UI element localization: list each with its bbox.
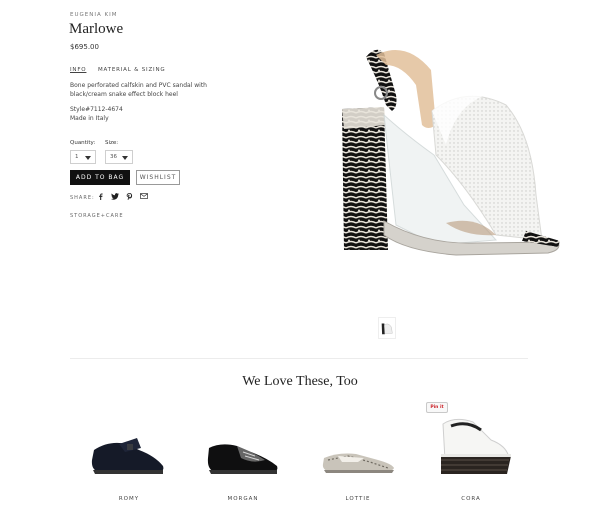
style-number: Style#7112-4674: [70, 106, 123, 113]
product-description: Bone perforated calfskin and PVC sandal …: [70, 82, 235, 123]
email-icon[interactable]: [140, 193, 148, 199]
related-item-lottie[interactable]: LOTTIE: [308, 410, 408, 510]
related-item-romy[interactable]: ROMY: [79, 410, 179, 510]
thumbnail-shoe-image[interactable]: [378, 317, 396, 339]
main-shoe-image: [342, 49, 560, 256]
related-item-name: CORA: [461, 496, 481, 502]
quantity-value: 1: [75, 154, 79, 160]
romy-shoe-image: [91, 438, 164, 474]
brand-name: EUGENIA KIM: [70, 12, 118, 18]
share-label: SHARE:: [70, 195, 95, 201]
related-item-name: LOTTIE: [345, 496, 371, 502]
related-item-name: MORGAN: [227, 496, 259, 502]
product-price: $695.00: [70, 43, 99, 51]
tab-info[interactable]: INFO: [70, 67, 86, 73]
twitter-icon[interactable]: [111, 193, 119, 200]
related-item-morgan[interactable]: MORGAN: [193, 410, 293, 510]
share-icons: [97, 193, 148, 200]
add-to-bag-button[interactable]: ADD TO BAG: [70, 170, 130, 185]
size-value: 36: [110, 154, 117, 160]
related-item-cora[interactable]: CORA: [421, 410, 521, 510]
storage-care-link[interactable]: STORAGE+CARE: [70, 213, 124, 219]
chevron-down-icon: [122, 156, 128, 160]
wishlist-button[interactable]: WISHLIST: [136, 170, 180, 185]
section-divider: [70, 358, 528, 359]
facebook-icon[interactable]: [97, 193, 104, 200]
info-tabs: INFO MATERIAL & SIZING: [70, 67, 174, 73]
cora-shoe-image: [441, 418, 511, 474]
size-select[interactable]: 36: [105, 150, 133, 164]
size-label: Size:: [105, 140, 119, 146]
tab-material-sizing[interactable]: MATERIAL & SIZING: [98, 67, 165, 73]
description-text: Bone perforated calfskin and PVC sandal …: [70, 82, 207, 98]
origin: Made in Italy: [70, 114, 109, 122]
related-section-title: We Love These, Too: [242, 374, 358, 389]
related-item-name: ROMY: [118, 496, 140, 502]
chevron-down-icon: [85, 156, 91, 160]
pinterest-icon[interactable]: [126, 193, 133, 200]
lottie-shoe-image: [322, 453, 394, 473]
morgan-shoe-image: [207, 444, 278, 474]
quantity-label: Quantity:: [70, 140, 96, 146]
product-title: Marlowe: [69, 21, 124, 37]
quantity-select[interactable]: 1: [70, 150, 96, 164]
